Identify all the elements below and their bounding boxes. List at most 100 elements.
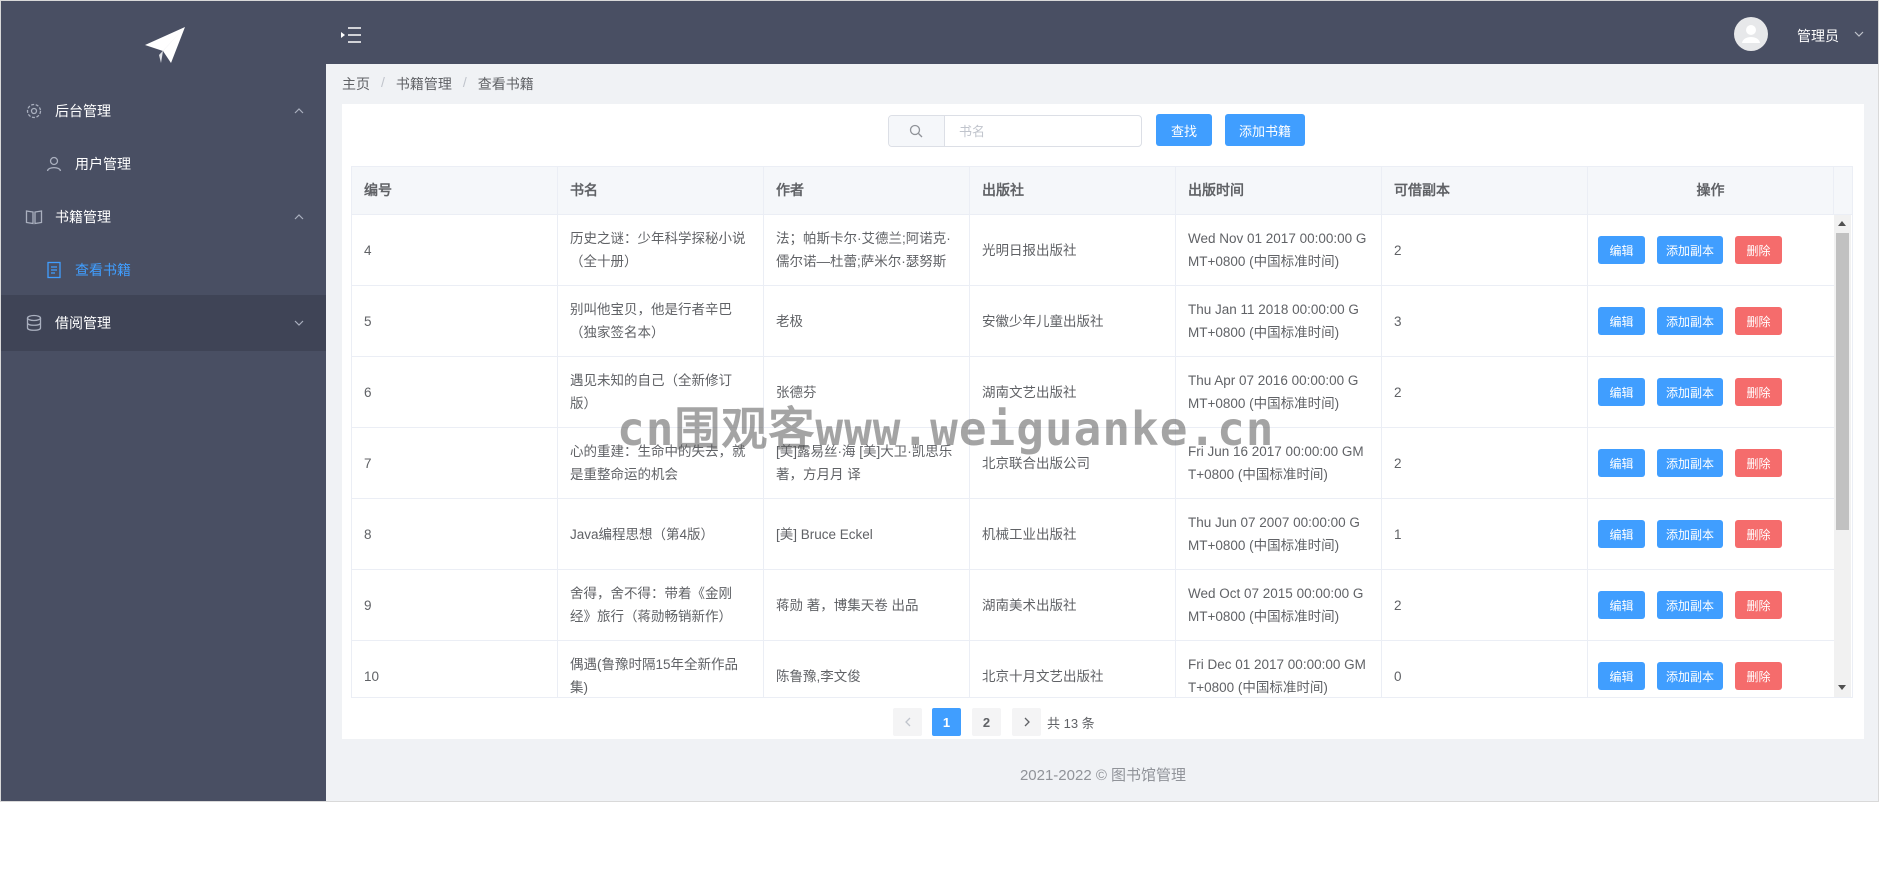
cell-id-text: 10 [364, 668, 380, 684]
cell-line: MT+0800 (中国标准时间) [1188, 538, 1340, 553]
cell-available-copies: 2 [1382, 357, 1588, 427]
cell-id-text: 4 [364, 242, 372, 258]
table-scrollbar[interactable] [1834, 215, 1851, 697]
pagination: 1 2 共 13 条 [893, 708, 1153, 736]
cell-title-text: 别叫他宝贝，他是行者辛巴 （独家签名本） [570, 298, 732, 344]
cell-line: Thu Jun 07 2007 00:00:00 G [1188, 515, 1360, 530]
table-row: 5 别叫他宝贝，他是行者辛巴 （独家签名本） 老极 安徽少年儿童出版社 Thu Jan 1… [352, 286, 1834, 357]
menu-fold-icon[interactable] [340, 26, 362, 44]
cell-publish-date-text: Thu Jun 07 2007 00:00:00 G MT+0800 (中国标准时… [1188, 511, 1360, 557]
search-box [888, 115, 1142, 147]
sidebar-item-view-books[interactable]: 查看书籍 [1, 243, 326, 296]
cell-line: 著，方月月 译 [776, 467, 861, 482]
scroll-up-arrow[interactable] [1838, 221, 1846, 226]
chevron-down-icon[interactable] [1854, 29, 1864, 39]
cell-publish-date-text: Fri Dec 01 2017 00:00:00 GM T+0800 (中国标准时… [1188, 653, 1366, 697]
cell-publish-date: Thu Jun 07 2007 00:00:00 G MT+0800 (中国标准时… [1176, 499, 1382, 569]
cell-publisher: 光明日报出版社 [970, 215, 1176, 285]
page-1-button[interactable]: 1 [932, 708, 961, 736]
cell-id-text: 7 [364, 455, 372, 471]
cell-id: 8 [352, 499, 558, 569]
cell-line: 儒尔诺—杜蕾;萨米尔·瑟努斯 [776, 254, 947, 269]
cell-available-copies: 0 [1382, 641, 1588, 697]
cell-id-text: 5 [364, 313, 372, 329]
cell-author: 老极 [764, 286, 970, 356]
sidebar-item-user-management[interactable]: 用户管理 [1, 137, 326, 190]
cell-line: 法；帕斯卡尔·艾德兰;阿诺克· [776, 231, 951, 246]
document-icon [47, 261, 61, 278]
prev-page-button[interactable] [893, 708, 922, 736]
footer-copyright: 2021-2022 © 图书馆管理 [1019, 767, 1187, 784]
cell-available-copies: 2 [1382, 428, 1588, 498]
cell-title-text: 舍得，舍不得：带着《金刚 经》旅行（蒋勋畅销新作） [570, 582, 732, 628]
cell-publish-date-text: Thu Jan 11 2018 00:00:00 G MT+0800 (中国标准时… [1188, 298, 1359, 344]
cell-title: Java编程思想（第4版） [558, 499, 764, 569]
sidebar-item-label: 查看书籍 [75, 261, 131, 278]
app-window: 后台管理 用户管理 书籍管理 查看书籍 借阅管理 管理员 主页 / 书籍管理 /… [0, 0, 1879, 802]
cell-author: 陈鲁豫,李文俊 [764, 641, 970, 697]
sidebar-item-backend-admin[interactable]: 后台管理 [1, 84, 326, 137]
table-header: 编号 书名 作者 出版社 出版时间 可借副本 操作 [352, 167, 1852, 215]
table-row: 4 历史之谜：少年科学探秘小说 （全十册） 法；帕斯卡尔·艾德兰;阿诺克· 儒尔诺—杜蕾… [352, 215, 1834, 286]
chevron-right-icon [1024, 717, 1030, 727]
cell-line: 别叫他宝贝，他是行者辛巴 [570, 302, 732, 317]
cell-publish-date: Wed Nov 01 2017 00:00:00 G MT+0800 (中国标准时… [1176, 215, 1382, 285]
cell-line: 偶遇(鲁豫时隔15年全新作品 [570, 657, 739, 672]
cell-available-copies-text: 2 [1394, 455, 1402, 471]
chevron-left-icon [904, 717, 910, 727]
search-input[interactable] [945, 116, 1139, 146]
cell-author: 法；帕斯卡尔·艾德兰;阿诺克· 儒尔诺—杜蕾;萨米尔·瑟努斯 [764, 215, 970, 285]
cell-line: 舍得，舍不得：带着《金刚 [570, 586, 732, 601]
database-icon [26, 314, 42, 331]
page-2-button[interactable]: 2 [972, 708, 1001, 736]
cell-line: Thu Apr 07 2016 00:00:00 G [1188, 373, 1359, 388]
cell-line: MT+0800 (中国标准时间) [1188, 609, 1340, 624]
cell-actions [1588, 641, 1834, 697]
cell-author-text: 法；帕斯卡尔·艾德兰;阿诺克· 儒尔诺—杜蕾;萨米尔·瑟努斯 [776, 227, 951, 273]
breadcrumb-book-management[interactable]: 书籍管理 [396, 74, 452, 94]
user-menu[interactable]: 管理员 [1797, 26, 1839, 46]
cell-publisher: 湖南美术出版社 [970, 570, 1176, 640]
sidebar-item-label: 借阅管理 [55, 315, 111, 331]
search-icon [909, 124, 923, 138]
watermark: cn围观客www.weiguanke.cn [617, 402, 1275, 456]
cell-line: T+0800 (中国标准时间) [1188, 680, 1328, 695]
user-icon [46, 156, 62, 171]
breadcrumb-home[interactable]: 主页 [342, 74, 370, 94]
breadcrumb: 主页 / 书籍管理 / 查看书籍 [342, 74, 534, 94]
sidebar-item-borrow-management[interactable]: 借阅管理 [1, 295, 326, 351]
scroll-down-arrow[interactable] [1838, 685, 1846, 690]
search-button[interactable]: 查找 [1156, 114, 1212, 146]
cell-actions [1588, 357, 1834, 427]
breadcrumb-separator: / [381, 74, 385, 90]
cell-line: 是重整命运的机会 [570, 467, 678, 482]
column-header-publisher: 出版社 [970, 167, 1176, 214]
cell-available-copies-text: 2 [1394, 597, 1402, 613]
sidebar-item-book-management[interactable]: 书籍管理 [1, 190, 326, 243]
cell-available-copies: 2 [1382, 570, 1588, 640]
cell-actions [1588, 286, 1834, 356]
table-row: 8 Java编程思想（第4版） [美] Bruce Eckel 机械工业出版社 Thu … [352, 499, 1834, 570]
cell-publisher: 安徽少年儿童出版社 [970, 286, 1176, 356]
paper-plane-icon[interactable] [143, 25, 187, 65]
scroll-thumb[interactable] [1836, 233, 1849, 530]
next-page-button[interactable] [1012, 708, 1041, 736]
pagination-total: 共 13 条 [1047, 716, 1095, 731]
cell-available-copies: 3 [1382, 286, 1588, 356]
cell-actions [1588, 215, 1834, 285]
cell-publisher-text: 安徽少年儿童出版社 [982, 313, 1104, 329]
cell-publisher-text: 湖南美术出版社 [982, 597, 1077, 613]
column-header-author: 作者 [764, 167, 970, 214]
cell-author-text: 蒋勋 著，博集天卷 出品 [776, 594, 919, 617]
table-row: 10 偶遇(鲁豫时隔15年全新作品 集) 陈鲁豫,李文俊 北京十月文艺出版社 Fri De… [352, 641, 1834, 697]
cell-line: T+0800 (中国标准时间) [1188, 467, 1328, 482]
cell-title-text: 偶遇(鲁豫时隔15年全新作品 集) [570, 653, 739, 697]
cell-title: 舍得，舍不得：带着《金刚 经》旅行（蒋勋畅销新作） [558, 570, 764, 640]
cell-id: 9 [352, 570, 558, 640]
cell-publish-date: Thu Jan 11 2018 00:00:00 G MT+0800 (中国标准时… [1176, 286, 1382, 356]
add-book-button[interactable]: 添加书籍 [1225, 114, 1305, 146]
column-header-title: 书名 [558, 167, 764, 214]
cell-actions [1588, 570, 1834, 640]
cell-id: 6 [352, 357, 558, 427]
avatar[interactable] [1734, 17, 1768, 51]
